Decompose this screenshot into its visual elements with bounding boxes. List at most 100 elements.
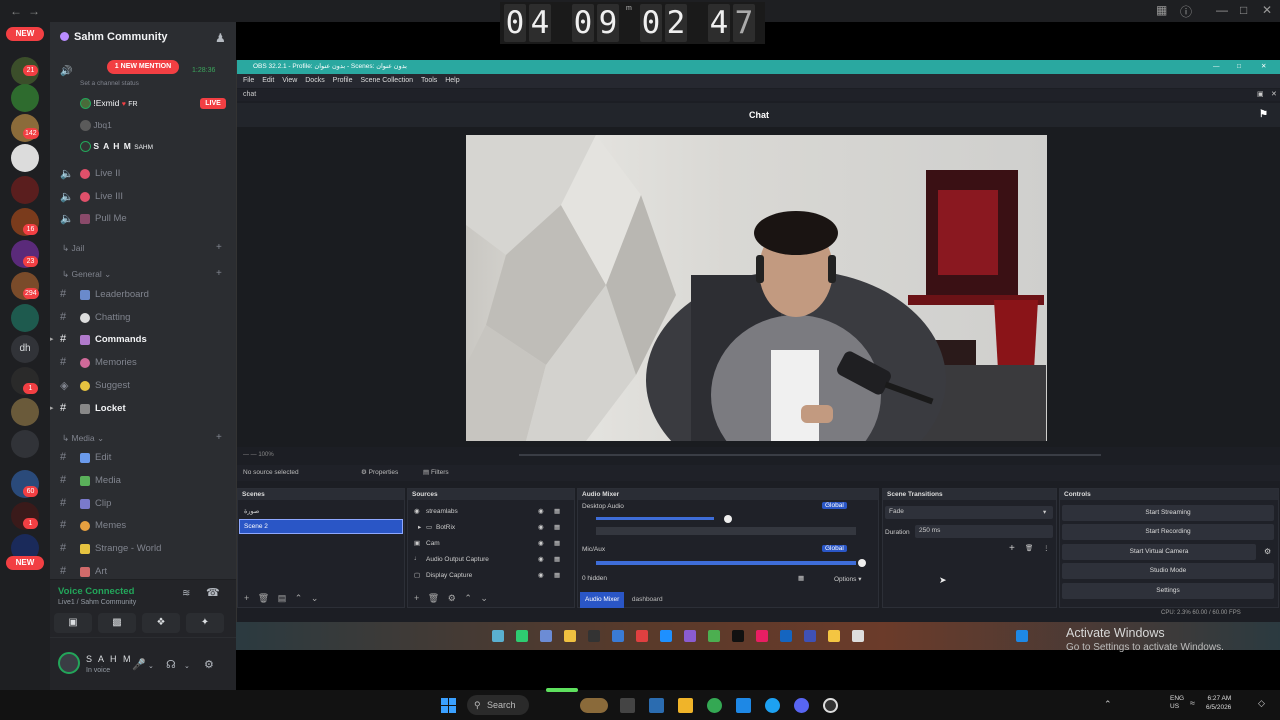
avatar[interactable]: [58, 652, 80, 674]
volume-slider-handle[interactable]: [724, 515, 732, 523]
dock-close-icon[interactable]: ✕: [1271, 89, 1277, 101]
source-item[interactable]: ▸ ▭ BotRix ◉ ▦: [412, 521, 572, 535]
lock-icon[interactable]: ▦: [554, 571, 560, 579]
move-down-icon[interactable]: ⌄: [480, 593, 488, 603]
gear-icon[interactable]: ⚙: [204, 658, 214, 671]
add-channel-icon[interactable]: +: [216, 432, 222, 443]
trash-icon[interactable]: 🗑: [258, 593, 269, 603]
text-channel[interactable]: # Media: [58, 472, 230, 490]
text-channel[interactable]: ▸ # Locket: [50, 400, 230, 418]
mail-icon[interactable]: [736, 698, 751, 713]
properties-button[interactable]: ⚙ Properties: [361, 465, 398, 481]
chevron-down-icon[interactable]: ⌄: [184, 662, 190, 670]
taskbar-search[interactable]: ⚲ Search: [467, 695, 529, 715]
source-item[interactable]: ▢ Display Capture ◉ ▦: [412, 569, 572, 583]
app-icon[interactable]: [804, 630, 816, 642]
language-indicator[interactable]: ENG US: [1170, 695, 1190, 711]
back-arrow-icon[interactable]: ←: [10, 4, 22, 18]
add-member-icon[interactable]: ♟: [215, 31, 226, 45]
move-up-icon[interactable]: ⌃: [464, 593, 472, 603]
server-icon[interactable]: [11, 84, 39, 112]
trash-icon[interactable]: 🗑: [1025, 544, 1033, 552]
menu-view[interactable]: View: [282, 77, 297, 84]
filters-button[interactable]: ▤ Filters: [423, 465, 449, 481]
close-icon[interactable]: ✕: [1261, 60, 1266, 74]
headphones-icon[interactable]: ☊: [166, 658, 176, 671]
text-channel[interactable]: ▸ # Commands: [50, 331, 230, 349]
tab-dashboard[interactable]: dashboard: [627, 592, 668, 608]
start-virtual-camera-button[interactable]: Start Virtual Camera: [1062, 544, 1256, 560]
eye-icon[interactable]: ◉: [538, 539, 544, 547]
menu-tools[interactable]: Tools: [421, 77, 437, 84]
discord-icon[interactable]: [794, 698, 809, 713]
chrome-icon[interactable]: [707, 698, 722, 713]
camera-off-icon[interactable]: ▣: [54, 613, 92, 633]
task-view-icon[interactable]: [620, 698, 635, 713]
duration-input[interactable]: 250 ms: [915, 525, 1053, 538]
app-icon[interactable]: [852, 630, 864, 642]
source-item[interactable]: ▣ Cam ◉ ▦: [412, 537, 572, 551]
noise-suppression-icon[interactable]: ≋: [182, 588, 190, 599]
minimize-icon[interactable]: —: [1213, 60, 1220, 74]
voice-user[interactable]: Jbq1: [80, 120, 112, 132]
add-channel-icon[interactable]: +: [216, 242, 222, 253]
text-channel[interactable]: # Memories: [58, 354, 230, 372]
voice-channel[interactable]: 🔈 Pull Me: [58, 210, 230, 228]
eye-icon[interactable]: ◉: [538, 507, 544, 515]
widgets-icon[interactable]: [580, 698, 608, 713]
maximize-icon[interactable]: □: [1237, 60, 1241, 74]
text-channel[interactable]: # Chatting: [58, 309, 230, 327]
forward-arrow-icon[interactable]: →: [28, 4, 40, 18]
category-jail[interactable]: ↳ Jail: [62, 243, 84, 254]
app-icon[interactable]: [636, 630, 648, 642]
chevron-down-icon[interactable]: ⌄: [148, 662, 154, 670]
more-icon[interactable]: ⋮: [1043, 544, 1050, 552]
dock-tab-chat[interactable]: chat: [243, 91, 256, 98]
soundboard-icon[interactable]: ✦: [186, 613, 224, 633]
new-unreads-pill[interactable]: NEW: [6, 27, 44, 41]
screen-share-icon[interactable]: ▩: [98, 613, 136, 633]
app-icon[interactable]: [612, 630, 624, 642]
menu-profile[interactable]: Profile: [333, 77, 353, 84]
lock-icon[interactable]: ▦: [554, 539, 560, 547]
store-icon[interactable]: [649, 698, 664, 713]
add-channel-icon[interactable]: +: [216, 268, 222, 279]
source-item[interactable]: ♩ Audio Output Capture ◉ ▦: [412, 553, 572, 567]
add-icon[interactable]: +: [1009, 543, 1015, 554]
add-icon[interactable]: +: [244, 593, 249, 603]
text-channel[interactable]: # Memes: [58, 517, 230, 535]
obs-icon[interactable]: [823, 698, 838, 713]
obs-preview[interactable]: [237, 127, 1280, 447]
menu-docks[interactable]: Docks: [305, 77, 324, 84]
server-icon[interactable]: [11, 144, 39, 172]
app-icon[interactable]: [660, 630, 672, 642]
menu-icon[interactable]: ▦: [798, 574, 804, 582]
activities-icon[interactable]: ❖: [142, 613, 180, 633]
app-icon[interactable]: [756, 630, 768, 642]
app-icon[interactable]: [540, 630, 552, 642]
voice-connected-label[interactable]: Voice Connected: [58, 586, 134, 597]
source-item[interactable]: ◉ streamlabs ◉ ▦: [412, 505, 572, 519]
menu-scene-collection[interactable]: Scene Collection: [360, 77, 413, 84]
menu-help[interactable]: Help: [445, 77, 459, 84]
start-streaming-button[interactable]: Start Streaming: [1062, 505, 1274, 521]
category-general[interactable]: ↳ General ⌄: [62, 269, 111, 280]
volume-slider-handle[interactable]: [858, 559, 866, 567]
chat-settings-icon[interactable]: ⚑: [1259, 103, 1268, 127]
volume-slider[interactable]: [596, 527, 856, 535]
server-icon[interactable]: dh: [11, 335, 39, 363]
server-icon[interactable]: [11, 398, 39, 426]
close-icon[interactable]: ✕: [1262, 3, 1272, 17]
dock-float-icon[interactable]: ▣: [1257, 89, 1264, 101]
app-icon[interactable]: [516, 630, 528, 642]
guild-name[interactable]: Sahm Community: [74, 31, 168, 43]
scene-item-selected[interactable]: Scene 2: [239, 519, 403, 534]
text-channel[interactable]: # Strange - World: [58, 540, 230, 558]
voice-user[interactable]: S A H M SAHM: [80, 141, 153, 153]
menu-edit[interactable]: Edit: [262, 77, 274, 84]
help-icon[interactable]: ⓘ: [1180, 3, 1192, 20]
server-icon[interactable]: [11, 430, 39, 458]
app-icon[interactable]: [684, 630, 696, 642]
app-icon[interactable]: [588, 630, 600, 642]
scene-item[interactable]: صورة: [244, 507, 259, 515]
